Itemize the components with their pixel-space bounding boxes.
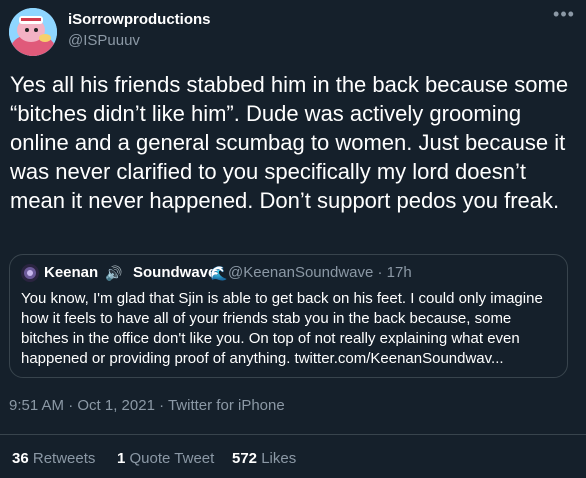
tweet-text: Yes all his friends stabbed him in the b… [10,72,569,213]
likes-stat[interactable]: 572 Likes [232,450,296,467]
retweets-stat[interactable]: 36 Retweets [12,450,95,467]
quoted-avatar-image [21,264,39,282]
divider [0,434,586,435]
likes-count: 572 [232,450,258,467]
retweets-count: 36 [12,450,29,467]
speaker-icon: 🔊 [105,265,123,281]
quoted-name-part1[interactable]: Keenan [44,264,98,281]
avatar-image [9,8,57,56]
likes-label: Likes [261,450,297,467]
more-dots-icon[interactable]: ••• [552,5,576,26]
tweet: iSorrowproductions @ISPuuuv ••• Yes all … [0,0,586,478]
quote-tweets-label: Quote Tweet [129,450,215,467]
author-avatar[interactable] [9,8,57,56]
author-handle[interactable]: @ISPuuuv [68,32,140,49]
quoted-name-part2[interactable]: Soundwave [133,264,216,281]
quoted-text: You know, I'm glad that Sjin is able to … [21,290,543,367]
author-display-name[interactable]: iSorrowproductions [68,11,211,28]
quoted-avatar[interactable] [21,264,39,282]
quoted-handle-time[interactable]: @KeenanSoundwave · 17h [228,264,412,281]
quote-tweets-stat[interactable]: 1 Quote Tweet [117,450,214,467]
wave-icon: 🌊 [210,265,228,281]
tweet-timestamp[interactable]: 9:51 AM · Oct 1, 2021 · Twitter for iPho… [9,397,285,414]
retweets-label: Retweets [32,450,96,467]
quoted-tweet[interactable]: Keenan 🔊 Soundwave 🌊 @KeenanSoundwave · … [9,254,568,378]
quote-tweets-count: 1 [117,450,126,467]
